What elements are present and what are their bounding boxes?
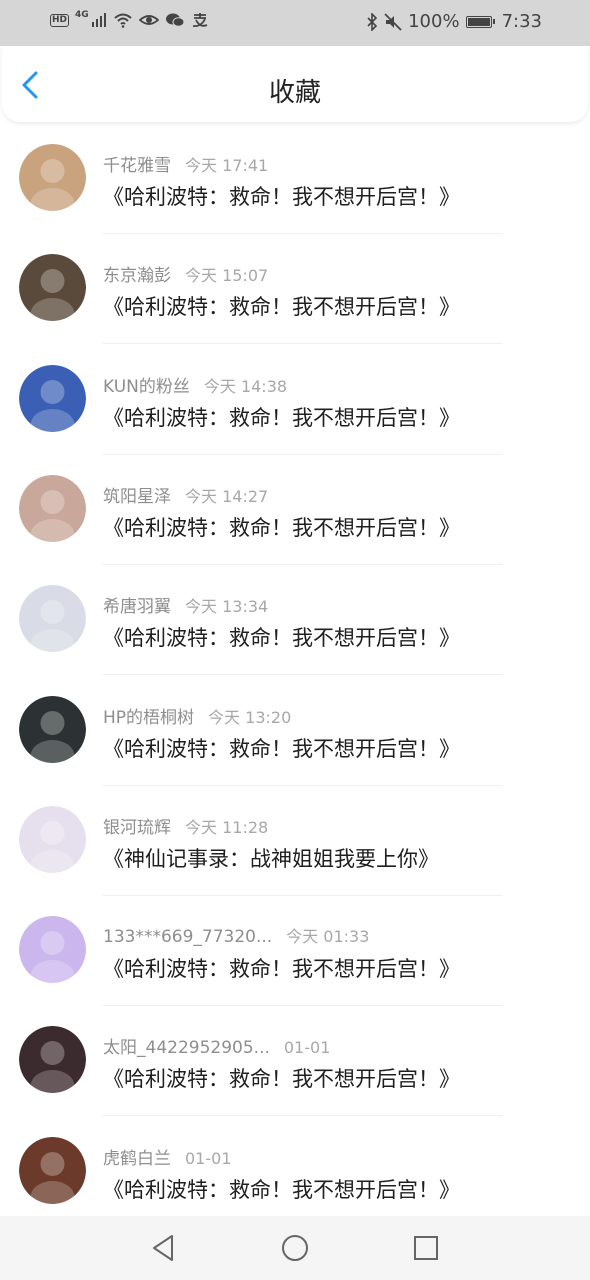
signal-icon <box>91 13 106 27</box>
author-name[interactable]: KUN的粉丝 <box>103 372 190 397</box>
book-title[interactable]: 《哈利波特：救命！我不想开后宫！》 <box>103 1174 460 1204</box>
battery-icon <box>465 15 495 28</box>
timestamp: 今天 13:34 <box>185 597 269 617</box>
author-name[interactable]: 133***669_77320... <box>103 927 272 947</box>
list-item[interactable]: 太阳_4422952905... 01-01 《哈利波特：救命！我不想开后宫！》 <box>0 1006 590 1117</box>
book-title[interactable]: 《神仙记事录：战神姐姐我要上你》 <box>103 843 439 873</box>
timestamp: 今天 15:07 <box>185 266 269 286</box>
avatar[interactable] <box>19 364 86 432</box>
wechat-icon <box>165 13 185 27</box>
mute-icon <box>384 12 402 31</box>
timestamp: 今天 13:20 <box>208 707 292 727</box>
author-name[interactable]: 虎鹤白兰 <box>103 1144 171 1169</box>
avatar[interactable] <box>19 144 86 211</box>
hd-icon: HD <box>50 13 70 27</box>
book-title[interactable]: 《哈利波特：救命！我不想开后宫！》 <box>103 733 460 763</box>
item-meta: 133***669_77320... 今天 01:33 <box>103 923 369 947</box>
avatar[interactable] <box>19 585 86 653</box>
item-meta: KUN的粉丝 今天 14:38 <box>103 372 287 397</box>
alipay-icon <box>192 13 208 28</box>
list-item[interactable]: 筑阳星泽 今天 14:27 《哈利波特：救命！我不想开后宫！》 <box>0 455 590 565</box>
item-meta: 东京瀚彭 今天 15:07 <box>103 261 268 286</box>
recents-nav-icon[interactable] <box>410 1232 442 1264</box>
item-meta: 太阳_4422952905... 01-01 <box>103 1033 330 1058</box>
list-item[interactable]: 虎鹤白兰 01-01 《哈利波特：救命！我不想开后宫！》 <box>0 1117 590 1216</box>
avatar[interactable] <box>19 254 86 322</box>
avatar[interactable] <box>19 695 86 763</box>
timestamp: 今天 17:41 <box>185 156 269 175</box>
home-nav-icon[interactable] <box>279 1232 311 1264</box>
list-item[interactable]: KUN的粉丝 今天 14:38 《哈利波特：救命！我不想开后宫！》 <box>0 345 590 455</box>
list-item[interactable]: 133***669_77320... 今天 01:33 《哈利波特：救命！我不想开后… <box>0 896 590 1007</box>
timestamp: 01-01 <box>185 1148 232 1168</box>
avatar[interactable] <box>19 1136 86 1204</box>
item-meta: 虎鹤白兰 01-01 <box>103 1144 232 1169</box>
timestamp: 今天 01:33 <box>286 927 370 947</box>
list-item[interactable]: 银河琉辉 今天 11:28 《神仙记事录：战神姐姐我要上你》 <box>0 786 590 896</box>
avatar[interactable] <box>19 1026 86 1094</box>
book-title[interactable]: 《哈利波特：救命！我不想开后宫！》 <box>103 953 460 983</box>
author-name[interactable]: HP的梧桐树 <box>103 703 194 728</box>
item-meta: 希唐羽翼 今天 13:34 <box>103 592 268 617</box>
author-name[interactable]: 东京瀚彭 <box>103 261 171 286</box>
clock: 7:33 <box>501 11 542 32</box>
bluetooth-icon <box>367 12 378 31</box>
book-title[interactable]: 《哈利波特：救命！我不想开后宫！》 <box>103 291 460 321</box>
item-meta: 千花雅雪 今天 17:41 <box>103 151 268 176</box>
network-type: 4G <box>75 10 89 20</box>
book-title[interactable]: 《哈利波特：救命！我不想开后宫！》 <box>103 622 460 652</box>
list-item[interactable]: 东京瀚彭 今天 15:07 《哈利波特：救命！我不想开后宫！》 <box>0 234 590 345</box>
back-nav-icon[interactable] <box>148 1232 180 1264</box>
author-name[interactable]: 千花雅雪 <box>103 151 171 176</box>
favorites-list[interactable]: 千花雅雪 今天 17:41 《哈利波特：救命！我不想开后宫！》 东京瀚彭 今天 15:0… <box>0 124 590 1216</box>
list-item[interactable]: 希唐羽翼 今天 13:34 《哈利波特：救命！我不想开后宫！》 <box>0 565 590 676</box>
avatar[interactable] <box>19 916 86 984</box>
header: 收藏 <box>2 46 588 122</box>
list-item[interactable]: HP的梧桐树 今天 13:20 《哈利波特：救命！我不想开后宫！》 <box>0 676 590 786</box>
eye-icon <box>138 15 159 25</box>
timestamp: 01-01 <box>283 1038 331 1058</box>
battery-percent: 100% <box>408 11 460 32</box>
page-title: 收藏 <box>268 78 321 108</box>
book-title[interactable]: 《哈利波特：救命！我不想开后宫！》 <box>103 181 460 211</box>
item-meta: 筑阳星泽 今天 14:27 <box>103 482 268 507</box>
timestamp: 今天 14:38 <box>203 376 288 396</box>
author-name[interactable]: 筑阳星泽 <box>103 482 171 507</box>
item-meta: HP的梧桐树 今天 13:20 <box>103 703 291 728</box>
author-name[interactable]: 银河琉辉 <box>103 813 171 838</box>
status-bar: HD 4G 100% 7:33 <box>0 0 590 46</box>
author-name[interactable]: 太阳_4422952905... <box>103 1033 270 1058</box>
book-title[interactable]: 《哈利波特：救命！我不想开后宫！》 <box>103 402 460 432</box>
list-item[interactable]: 千花雅雪 今天 17:41 《哈利波特：救命！我不想开后宫！》 <box>0 124 590 234</box>
book-title[interactable]: 《哈利波特：救命！我不想开后宫！》 <box>103 1063 460 1093</box>
avatar[interactable] <box>19 474 86 542</box>
author-name[interactable]: 希唐羽翼 <box>103 592 171 617</box>
status-right: 100% 7:33 <box>366 11 542 32</box>
system-nav-bar <box>0 1216 590 1280</box>
item-meta: 银河琉辉 今天 11:28 <box>103 813 268 838</box>
timestamp: 今天 11:28 <box>185 817 269 837</box>
wifi-icon <box>114 13 132 28</box>
timestamp: 今天 14:27 <box>185 486 269 506</box>
status-left: HD 4G <box>50 10 209 28</box>
avatar[interactable] <box>19 805 86 873</box>
book-title[interactable]: 《哈利波特：救命！我不想开后宫！》 <box>103 512 460 542</box>
